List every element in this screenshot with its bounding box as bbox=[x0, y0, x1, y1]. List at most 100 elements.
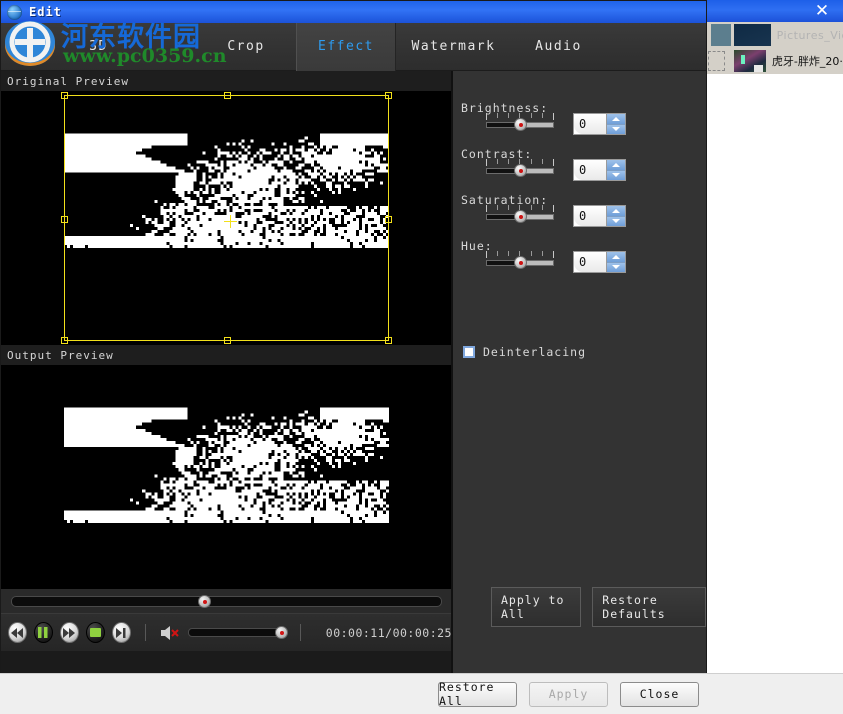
slider-thumb[interactable] bbox=[514, 164, 527, 177]
speaker-muted-icon bbox=[160, 625, 179, 640]
tab-effect[interactable]: Effect bbox=[296, 22, 396, 71]
saturation-slider[interactable] bbox=[486, 205, 554, 227]
restore-all-button[interactable]: Restore All bbox=[438, 680, 517, 708]
caret-down-icon bbox=[612, 265, 620, 270]
spinner-down-button[interactable] bbox=[607, 170, 625, 180]
player-controls: 00:00:11/00:00:25 bbox=[1, 613, 452, 651]
brightness-value[interactable]: 0 bbox=[574, 114, 606, 134]
edit-dialog: Edit 3D Crop Effect Watermark Audio 河东软件… bbox=[0, 0, 707, 706]
tab-watermark[interactable]: Watermark bbox=[396, 23, 511, 71]
spinner-buttons bbox=[606, 206, 625, 226]
thumbnail-icon bbox=[711, 24, 732, 46]
fast-forward-button[interactable] bbox=[59, 622, 79, 643]
mute-button[interactable] bbox=[160, 625, 180, 641]
volume-slider[interactable] bbox=[187, 626, 288, 639]
caret-up-icon bbox=[612, 208, 620, 213]
spinner-buttons bbox=[606, 114, 625, 134]
next-frame-icon bbox=[116, 627, 126, 638]
rewind-button[interactable] bbox=[8, 622, 27, 643]
tab-3d[interactable]: 3D bbox=[1, 23, 196, 71]
selection-marquee bbox=[708, 51, 725, 71]
spinner-up-button[interactable] bbox=[607, 206, 625, 217]
close-icon[interactable]: ✕ bbox=[809, 1, 835, 21]
app-root: Pictures_Vid··· 虎牙-胖炸_20··· ✕ Edit 3D Cr… bbox=[0, 0, 843, 714]
thumbnail-icon bbox=[734, 24, 771, 46]
fast-forward-icon bbox=[62, 627, 75, 638]
spinner-up-button[interactable] bbox=[607, 160, 625, 171]
spinner-down-button[interactable] bbox=[607, 216, 625, 226]
spinner-up-button[interactable] bbox=[607, 114, 625, 125]
slider-thumb[interactable] bbox=[514, 118, 527, 131]
output-preview-label: Output Preview bbox=[1, 345, 451, 365]
spinner-up-button[interactable] bbox=[607, 252, 625, 263]
preview-column: Original Preview Output Preview 00:00:11… bbox=[1, 71, 452, 675]
crop-handle-top-left[interactable] bbox=[61, 92, 68, 99]
brightness-spinner[interactable]: 0 bbox=[573, 113, 626, 135]
caret-up-icon bbox=[612, 116, 620, 121]
contrast-spinner[interactable]: 0 bbox=[573, 159, 626, 181]
tab-audio[interactable]: Audio bbox=[511, 23, 606, 71]
dialog-title: Edit bbox=[29, 5, 62, 19]
crop-handle-middle-right[interactable] bbox=[385, 216, 392, 223]
original-preview-label: Original Preview bbox=[1, 71, 451, 91]
saturation-spinner[interactable]: 0 bbox=[573, 205, 626, 227]
deinterlacing-checkbox[interactable] bbox=[463, 346, 475, 358]
seek-thumb[interactable] bbox=[198, 594, 211, 608]
brightness-slider[interactable] bbox=[486, 113, 554, 135]
list-item-label: 虎牙-胖炸_20··· bbox=[771, 55, 843, 68]
contrast-value[interactable]: 0 bbox=[574, 160, 606, 180]
dialog-titlebar: Edit bbox=[1, 1, 706, 23]
slider-thumb[interactable] bbox=[514, 256, 527, 269]
hue-value[interactable]: 0 bbox=[574, 252, 606, 272]
stop-button[interactable] bbox=[85, 622, 105, 643]
caret-up-icon bbox=[612, 162, 620, 167]
globe-icon bbox=[7, 4, 22, 20]
caret-up-icon bbox=[612, 254, 620, 259]
tab-crop[interactable]: Crop bbox=[196, 23, 296, 71]
saturation-value[interactable]: 0 bbox=[574, 206, 606, 226]
stop-icon bbox=[89, 628, 101, 637]
list-item[interactable]: Pictures_Vid··· bbox=[704, 22, 843, 48]
spinner-down-button[interactable] bbox=[607, 124, 625, 134]
effect-panel: Brightness: 0 Contrast: 0 Saturation: 0 … bbox=[453, 71, 706, 675]
apply-to-all-button[interactable]: Apply to All bbox=[491, 587, 582, 627]
tab-bar: 3D Crop Effect Watermark Audio bbox=[1, 22, 706, 71]
crop-handle-bottom-center[interactable] bbox=[224, 337, 231, 344]
crop-handle-top-right[interactable] bbox=[385, 92, 392, 99]
dialog-footer: Restore All Apply Close bbox=[0, 673, 843, 714]
spinner-buttons bbox=[606, 160, 625, 180]
restore-defaults-button[interactable]: Restore Defaults bbox=[592, 587, 706, 627]
thumbnail-icon bbox=[734, 50, 766, 72]
crop-handle-bottom-left[interactable] bbox=[61, 337, 68, 344]
crop-handle-middle-left[interactable] bbox=[61, 216, 68, 223]
output-preview bbox=[1, 365, 452, 620]
hue-spinner[interactable]: 0 bbox=[573, 251, 626, 273]
next-frame-button[interactable] bbox=[111, 622, 131, 643]
time-display: 00:00:11/00:00:25 bbox=[325, 625, 452, 640]
background-file-list[interactable]: Pictures_Vid··· 虎牙-胖炸_20··· bbox=[704, 22, 843, 74]
seek-bar-area bbox=[1, 589, 452, 613]
caret-down-icon bbox=[612, 173, 620, 178]
volume-thumb[interactable] bbox=[274, 626, 288, 639]
panel-button-row: Apply to All Restore Defaults bbox=[491, 587, 706, 627]
crop-handle-bottom-right[interactable] bbox=[385, 337, 392, 344]
hue-slider[interactable] bbox=[486, 251, 554, 273]
crosshair-icon bbox=[224, 215, 237, 228]
list-item[interactable]: 虎牙-胖炸_20··· bbox=[704, 48, 843, 74]
rewind-icon bbox=[10, 627, 23, 638]
close-button[interactable]: Close bbox=[620, 681, 699, 707]
crop-handle-top-center[interactable] bbox=[224, 92, 231, 99]
caret-down-icon bbox=[612, 219, 620, 224]
spinner-down-button[interactable] bbox=[607, 262, 625, 272]
output-preview-image bbox=[64, 365, 389, 620]
caret-down-icon bbox=[612, 127, 620, 132]
divider bbox=[144, 624, 146, 641]
original-preview[interactable] bbox=[1, 91, 452, 345]
slider-thumb[interactable] bbox=[514, 210, 527, 223]
deinterlacing-row[interactable]: Deinterlacing bbox=[463, 345, 586, 359]
pause-button[interactable] bbox=[33, 622, 53, 643]
seek-slider[interactable] bbox=[11, 594, 442, 608]
contrast-slider[interactable] bbox=[486, 159, 554, 181]
crop-rectangle[interactable] bbox=[61, 92, 392, 344]
pause-icon bbox=[38, 627, 48, 638]
